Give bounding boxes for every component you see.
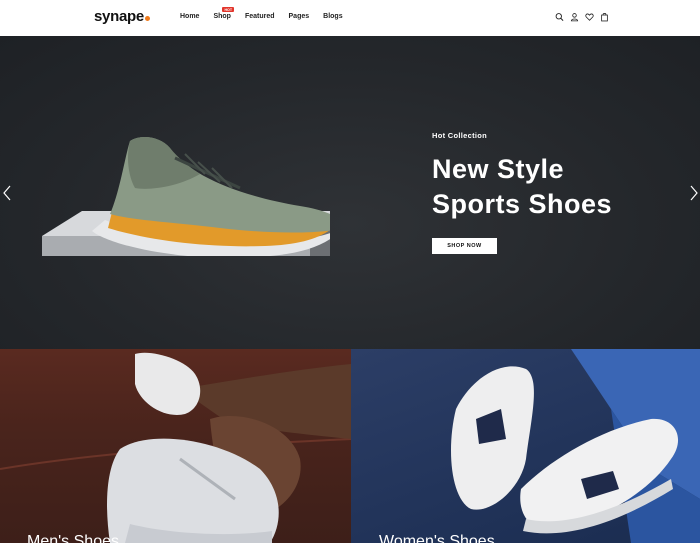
hero-eyebrow: Hot Collection xyxy=(432,131,488,140)
nav-item-shop-label: Shop xyxy=(213,13,231,20)
brand-name: synape xyxy=(94,8,144,25)
bag-icon[interactable] xyxy=(600,12,609,22)
hero-product-image xyxy=(42,136,330,256)
user-icon[interactable] xyxy=(570,12,579,22)
category-label-men: Men's Shoes xyxy=(27,533,119,543)
heart-icon[interactable] xyxy=(585,12,594,22)
main-nav: Home Shop HOT Featured Pages Blogs xyxy=(180,7,357,20)
hot-badge: HOT xyxy=(222,7,235,13)
hero-banner: Hot Collection New Style Sports Shoes SH… xyxy=(0,36,700,349)
category-banner-men[interactable]: Men's Shoes xyxy=(0,349,351,543)
logo-dot xyxy=(144,16,150,21)
site-header: synape Home Shop HOT Featured Pages Blog… xyxy=(0,0,700,36)
category-label-women: Women's Shoes xyxy=(379,533,495,543)
nav-item-featured[interactable]: Featured xyxy=(245,13,275,20)
women-shoes-image xyxy=(451,349,700,543)
hero-title-line-2: Sports Shoes xyxy=(432,189,613,219)
category-banner-women[interactable]: Women's Shoes xyxy=(351,349,700,543)
nav-item-shop[interactable]: Shop HOT xyxy=(213,7,235,20)
header-actions xyxy=(555,12,609,22)
chevron-left-icon[interactable] xyxy=(2,184,12,202)
hero-title: New Style Sports Shoes xyxy=(432,152,612,222)
brand-logo[interactable]: synape xyxy=(94,8,150,25)
hero-content: Hot Collection New Style Sports Shoes SH… xyxy=(432,131,612,254)
shop-now-button[interactable]: SHOP NOW xyxy=(432,238,497,254)
nav-item-blogs[interactable]: Blogs xyxy=(323,13,342,20)
search-icon[interactable] xyxy=(555,12,564,22)
chevron-right-icon[interactable] xyxy=(689,184,699,202)
hero-title-line-1: New Style xyxy=(432,154,565,184)
nav-item-home[interactable]: Home xyxy=(180,13,199,20)
men-shoes-image xyxy=(0,352,351,543)
nav-item-pages[interactable]: Pages xyxy=(289,13,310,20)
